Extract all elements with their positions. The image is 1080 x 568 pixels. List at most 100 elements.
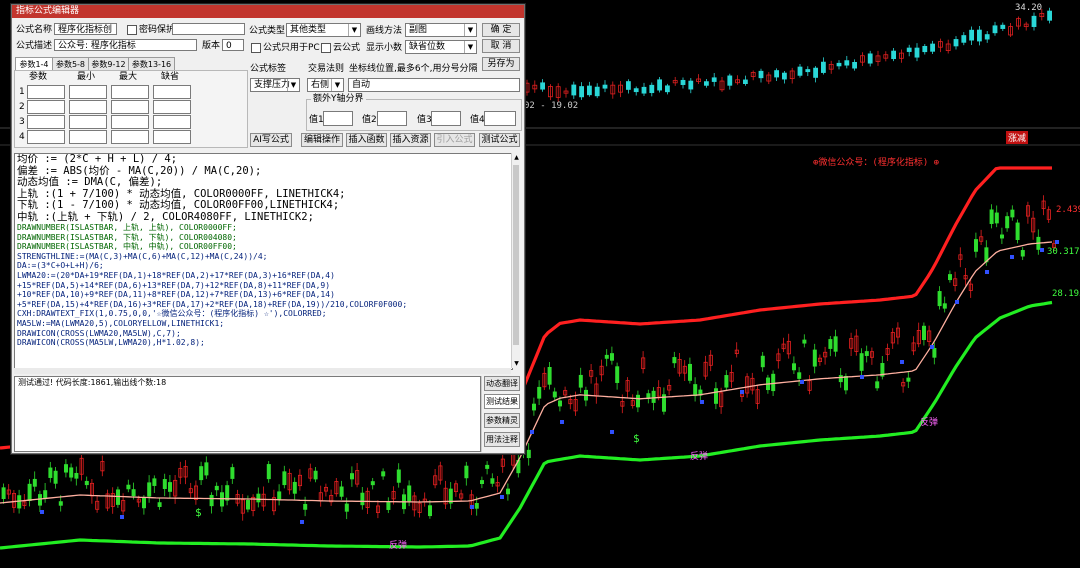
param-min-input[interactable] [69,85,107,99]
scroll-up-icon[interactable]: ▲ [512,153,521,162]
version-input[interactable]: 0 [222,39,244,51]
candle-body [812,349,817,367]
tab-params-5-8[interactable]: 参数5-8 [52,57,89,71]
param-max-input[interactable] [111,100,149,114]
param-default-input[interactable] [153,85,191,99]
code-line[interactable]: DRAWNUMBER(ISLASTBAR, 中轨, 中轨), COLOR00FF… [15,242,512,252]
code-line[interactable]: +10*REF(DA,10)+9*REF(DA,11)+8*REF(DA,12)… [15,290,512,300]
code-line[interactable]: MA5LW:=MA(LWMA20,5),COLORYELLOW,LINETHIC… [15,319,512,329]
param-max-input[interactable] [111,115,149,129]
code-hscrollbar[interactable] [14,368,511,374]
param-name-input[interactable] [27,100,65,114]
draw-method-select[interactable]: 副图 ▼ [405,23,477,37]
save-as-button[interactable]: 另存为 [482,57,520,71]
coord-line-input[interactable]: 自动 [348,78,520,92]
code-line[interactable]: DA:=(3*C+O+L+H)/6; [15,261,512,271]
candle-body [859,353,864,371]
ai-write-button[interactable]: AI写公式 [250,133,292,147]
cloud-checkbox[interactable] [321,43,331,53]
formula-desc-input[interactable]: 公众号: 程序化指标 [54,39,197,51]
insert-resource-button[interactable]: 插入资源 [390,133,431,147]
price-candle-body [867,53,873,64]
code-line[interactable]: CXH:DRAWTEXT_FIX(1,0.75,0,0,'☆微信公众号：(程序化… [15,309,512,319]
dynamic-translate-button[interactable]: 动态翻译 [484,376,520,391]
value4-input[interactable] [484,111,516,126]
password-label: 密码保护 [139,25,176,35]
param-name-input[interactable] [27,115,65,129]
code-editor[interactable]: 均价 := (2*C + H + L) / 4; 偏差 := ABS(均价 - M… [14,153,513,370]
candle-body [464,465,469,479]
import-formula-button[interactable]: 引入公式 [434,133,475,147]
param-min-input[interactable] [69,100,107,114]
candle-body [84,480,89,486]
param-default-input[interactable] [153,130,191,144]
code-line[interactable]: DRAWNUMBER(ISLASTBAR, 下轨, 下轨), COLOR0040… [15,233,512,243]
param-min-input[interactable] [69,115,107,129]
candle-body [230,467,235,479]
buy-signal-1: $ [195,506,202,519]
value3-input[interactable] [431,111,461,126]
tab-params-13-16[interactable]: 参数13-16 [128,57,175,71]
candle-body [485,464,490,469]
insert-function-button[interactable]: 插入函数 [346,133,387,147]
code-line[interactable]: DRAWICON(CROSS(MA5LW,LWMA20),H*1.02,8); [15,338,512,348]
formula-type-select[interactable]: 其他类型 ▼ [286,23,361,37]
upper-level-label: 2.439 [1056,205,1080,215]
dialog-title[interactable]: 指标公式编辑器 [12,5,524,18]
code-line[interactable]: LWMA20:=(20*DA+19*REF(DA,1)+18*REF(DA,2)… [15,271,512,281]
candle-body [724,375,729,388]
formula-name-input[interactable]: 程序化指标创 [54,23,117,35]
param-name-input[interactable] [27,85,65,99]
ok-button[interactable]: 确 定 [482,23,520,37]
test-result-box[interactable]: 测试通过! 代码长度:1861,输出线个数:18 [14,376,481,452]
candle-body [479,480,484,485]
candle-body [360,492,365,506]
candle-body [922,325,927,340]
code-line[interactable]: STRENGTHLINE:=(MA(C,3)+MA(C,6)+MA(C,12)+… [15,252,512,262]
param-default-input[interactable] [153,115,191,129]
cloud-label: 云公式 [333,43,361,53]
pc-only-checkbox[interactable] [251,43,261,53]
value1-input[interactable] [323,111,353,126]
candle-body [214,485,219,491]
support-select[interactable]: 支撑压力 ▼ [250,78,300,92]
candle-body [875,381,880,389]
param-wizard-button[interactable]: 参数精灵 [484,413,520,428]
code-line[interactable]: DRAWICON(CROSS(LWMA20,MA5LW),C,7); [15,329,512,339]
code-line[interactable]: 下轨 :(1 - 7/100) * 动态均值, COLOR00FF00,LINE… [15,199,512,212]
code-line[interactable]: 均价 := (2*C + H + L) / 4; [15,154,512,166]
candle-body [157,502,162,507]
price-candle-body [914,47,920,58]
param-max-input[interactable] [111,130,149,144]
scroll-down-icon[interactable]: ▼ [512,359,521,368]
edit-ops-button[interactable]: 编辑操作 [301,133,343,147]
formula-editor-dialog[interactable]: 指标公式编辑器 公式名称 程序化指标创 密码保护 公式类型 其他类型 ▼ 画线方法… [11,4,525,454]
candle-body [313,470,318,480]
param-max-input[interactable] [111,85,149,99]
right-side-select[interactable]: 右侧 ▼ [307,78,344,92]
candle-body [844,376,849,391]
code-line[interactable]: 中轨 :(上轨 + 下轨) / 2, COLOR4080FF, LINETHIC… [15,211,512,224]
code-line[interactable]: DRAWNUMBER(ISLASTBAR, 上轨, 上轨), COLOR0000… [15,223,512,233]
password-checkbox[interactable] [127,25,137,35]
code-line[interactable]: +15*REF(DA,5)+14*REF(DA,6)+13*REF(DA,7)+… [15,281,512,291]
decimals-select[interactable]: 缺省位数 ▼ [405,40,477,54]
candle-body [1020,250,1025,257]
code-scrollbar[interactable]: ▲ ▼ [511,153,521,368]
candle-body [43,490,48,499]
param-min-input[interactable] [69,130,107,144]
value2-input[interactable] [377,111,407,126]
candle-body [266,464,271,480]
tab-params-9-12[interactable]: 参数9-12 [88,57,129,71]
password-input[interactable] [172,23,245,35]
cancel-button[interactable]: 取 消 [482,39,520,53]
scroll-thumb[interactable] [513,165,519,345]
code-line[interactable]: 动态均值 := DMA(C, 偏差); [15,176,512,189]
code-line[interactable]: +5*REF(DA,15)+4*REF(DA,16)+3*REF(DA,17)+… [15,300,512,310]
candle-body [344,503,349,512]
usage-notes-button[interactable]: 用法注释 [484,432,520,447]
test-result-button[interactable]: 测试结果 [484,394,520,409]
param-default-input[interactable] [153,100,191,114]
param-name-input[interactable] [27,130,65,144]
test-formula-button[interactable]: 测试公式 [479,133,520,147]
